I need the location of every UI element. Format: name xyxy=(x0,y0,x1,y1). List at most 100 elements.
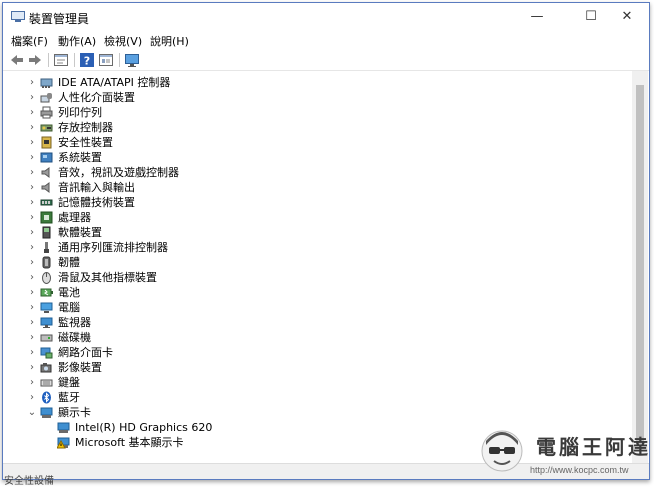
tree-item-label: 音訊輸入與輸出 xyxy=(58,181,135,194)
tree-item-label: 存放控制器 xyxy=(58,121,113,134)
tree-item[interactable]: › 影像裝置 xyxy=(3,360,623,375)
expand-chevron-icon[interactable]: › xyxy=(27,270,37,285)
expand-chevron-icon[interactable]: › xyxy=(27,90,37,105)
storage-controller-icon xyxy=(40,121,53,134)
disk-drive-icon xyxy=(40,331,53,344)
tree-item[interactable]: › 音效，視訊及遊戲控制器 xyxy=(3,165,623,180)
expand-chevron-icon[interactable]: › xyxy=(27,165,37,180)
expand-chevron-icon[interactable]: › xyxy=(27,315,37,330)
close-button[interactable]: ✕ xyxy=(605,3,649,31)
tree-item-label: 記憶體技術裝置 xyxy=(58,196,135,209)
firmware-icon xyxy=(40,256,53,269)
usb-icon xyxy=(40,241,53,254)
menu-file[interactable]: 檔案(F) xyxy=(11,33,48,49)
tree-item-label: 音效，視訊及遊戲控制器 xyxy=(58,166,179,179)
tree-item[interactable]: › 人性化介面裝置 xyxy=(3,90,623,105)
watermark: 電腦王阿達 http://www.kocpc.com.tw xyxy=(476,425,652,481)
tree-item-label: 藍牙 xyxy=(58,391,80,404)
expand-chevron-icon[interactable]: › xyxy=(27,75,37,90)
properties-icon[interactable] xyxy=(53,52,69,68)
tree-item-label: IDE ATA/ATAPI 控制器 xyxy=(58,76,171,89)
display-adapter-icon xyxy=(40,406,53,419)
expand-chevron-icon[interactable]: › xyxy=(27,135,37,150)
expand-chevron-icon[interactable]: › xyxy=(27,375,37,390)
tree-item[interactable]: › 安全性裝置 xyxy=(3,135,623,150)
tree-item[interactable]: › 鍵盤 xyxy=(3,375,623,390)
tree-item-label: 處理器 xyxy=(58,211,91,224)
tree-item[interactable]: › 監視器 xyxy=(3,315,623,330)
expand-chevron-icon[interactable]: › xyxy=(27,330,37,345)
tree-item[interactable]: › 電腦 xyxy=(3,300,623,315)
expand-chevron-icon[interactable]: › xyxy=(27,300,37,315)
tree-item[interactable]: › 系統裝置 xyxy=(3,150,623,165)
expand-chevron-icon[interactable]: › xyxy=(27,360,37,375)
tree-item[interactable]: › 記憶體技術裝置 xyxy=(3,195,623,210)
tree-item[interactable]: › 滑鼠及其他指標裝置 xyxy=(3,270,623,285)
tree-item[interactable]: › 藍牙 xyxy=(3,390,623,405)
svg-text:?: ? xyxy=(84,55,90,68)
expand-chevron-icon[interactable]: › xyxy=(27,345,37,360)
menu-help[interactable]: 說明(H) xyxy=(150,33,189,49)
vertical-scrollbar[interactable] xyxy=(632,71,648,463)
tree-item[interactable]: ⌄ 顯示卡 xyxy=(3,405,623,420)
help-icon[interactable]: ? xyxy=(79,52,95,68)
menu-view[interactable]: 檢視(V) xyxy=(104,33,142,49)
expand-chevron-icon[interactable]: › xyxy=(27,120,37,135)
tree-item-label: 列印佇列 xyxy=(58,106,102,119)
speaker-icon xyxy=(40,166,53,179)
software-device-icon xyxy=(40,226,53,239)
tree-item[interactable]: › 列印佇列 xyxy=(3,105,623,120)
network-adapter-icon xyxy=(40,346,53,359)
tree-item-label: 鍵盤 xyxy=(58,376,80,389)
tree-item[interactable]: › 軟體裝置 xyxy=(3,225,623,240)
processor-icon xyxy=(40,211,53,224)
expand-chevron-icon[interactable]: › xyxy=(27,180,37,195)
mouse-icon xyxy=(40,271,53,284)
monitor-scan-icon[interactable] xyxy=(124,52,140,68)
expand-chevron-icon[interactable]: › xyxy=(27,105,37,120)
tree-item[interactable]: › IDE ATA/ATAPI 控制器 xyxy=(3,75,623,90)
tree-item[interactable]: › 電池 xyxy=(3,285,623,300)
tree-item[interactable]: › 韌體 xyxy=(3,255,623,270)
tree-item[interactable]: › 磁碟機 xyxy=(3,330,623,345)
watermark-text: 電腦王阿達 xyxy=(536,435,651,459)
back-arrow-icon[interactable] xyxy=(9,52,25,68)
tree-item-label: 安全性裝置 xyxy=(58,136,113,149)
tree-item-label: 人性化介面裝置 xyxy=(58,91,135,104)
menu-action[interactable]: 動作(A) xyxy=(58,33,96,49)
tree-item-label: 電腦 xyxy=(58,301,80,314)
toolbar: ? xyxy=(3,50,649,71)
tree-item-label: 系統裝置 xyxy=(58,151,102,164)
tree-item-label: 網路介面卡 xyxy=(58,346,113,359)
minimize-button[interactable]: — xyxy=(515,3,559,31)
expand-chevron-icon[interactable]: › xyxy=(27,390,37,405)
expand-chevron-icon[interactable]: › xyxy=(27,195,37,210)
device-manager-window: 裝置管理員 — ☐ ✕ 檔案(F) 動作(A) 檢視(V) 說明(H) ? › … xyxy=(2,2,650,480)
tree-item[interactable]: › 通用序列匯流排控制器 xyxy=(3,240,623,255)
tree-item[interactable]: › 處理器 xyxy=(3,210,623,225)
expand-chevron-icon[interactable]: › xyxy=(27,285,37,300)
expand-chevron-icon[interactable]: › xyxy=(27,240,37,255)
device-tree: › IDE ATA/ATAPI 控制器 › 人性化介面裝置 › 列印佇列 › 存放控制器 › 安全… xyxy=(3,71,631,463)
list-view-icon[interactable] xyxy=(98,52,114,68)
vertical-scrollbar-thumb[interactable] xyxy=(636,85,644,445)
menu-bar: 檔案(F) 動作(A) 檢視(V) 說明(H) xyxy=(3,31,649,49)
tree-item[interactable]: › 網路介面卡 xyxy=(3,345,623,360)
expand-chevron-icon[interactable]: › xyxy=(27,210,37,225)
hid-icon xyxy=(40,91,53,104)
collapse-chevron-icon[interactable]: ⌄ xyxy=(27,405,37,420)
tree-item-label: 韌體 xyxy=(58,256,80,269)
tree-item-label: 通用序列匯流排控制器 xyxy=(58,241,168,254)
tree-item[interactable]: › 音訊輸入與輸出 xyxy=(3,180,623,195)
tree-item[interactable]: › 存放控制器 xyxy=(3,120,623,135)
toolbar-separator xyxy=(48,53,49,67)
display-warning-icon xyxy=(56,436,70,449)
toolbar-separator xyxy=(74,53,75,67)
expand-chevron-icon[interactable]: › xyxy=(27,150,37,165)
expand-chevron-icon[interactable]: › xyxy=(27,225,37,240)
monitor-icon xyxy=(40,316,53,329)
forward-arrow-icon[interactable] xyxy=(27,52,43,68)
system-device-icon xyxy=(40,151,53,164)
expand-chevron-icon[interactable]: › xyxy=(27,255,37,270)
tree-item-label: 監視器 xyxy=(58,316,91,329)
